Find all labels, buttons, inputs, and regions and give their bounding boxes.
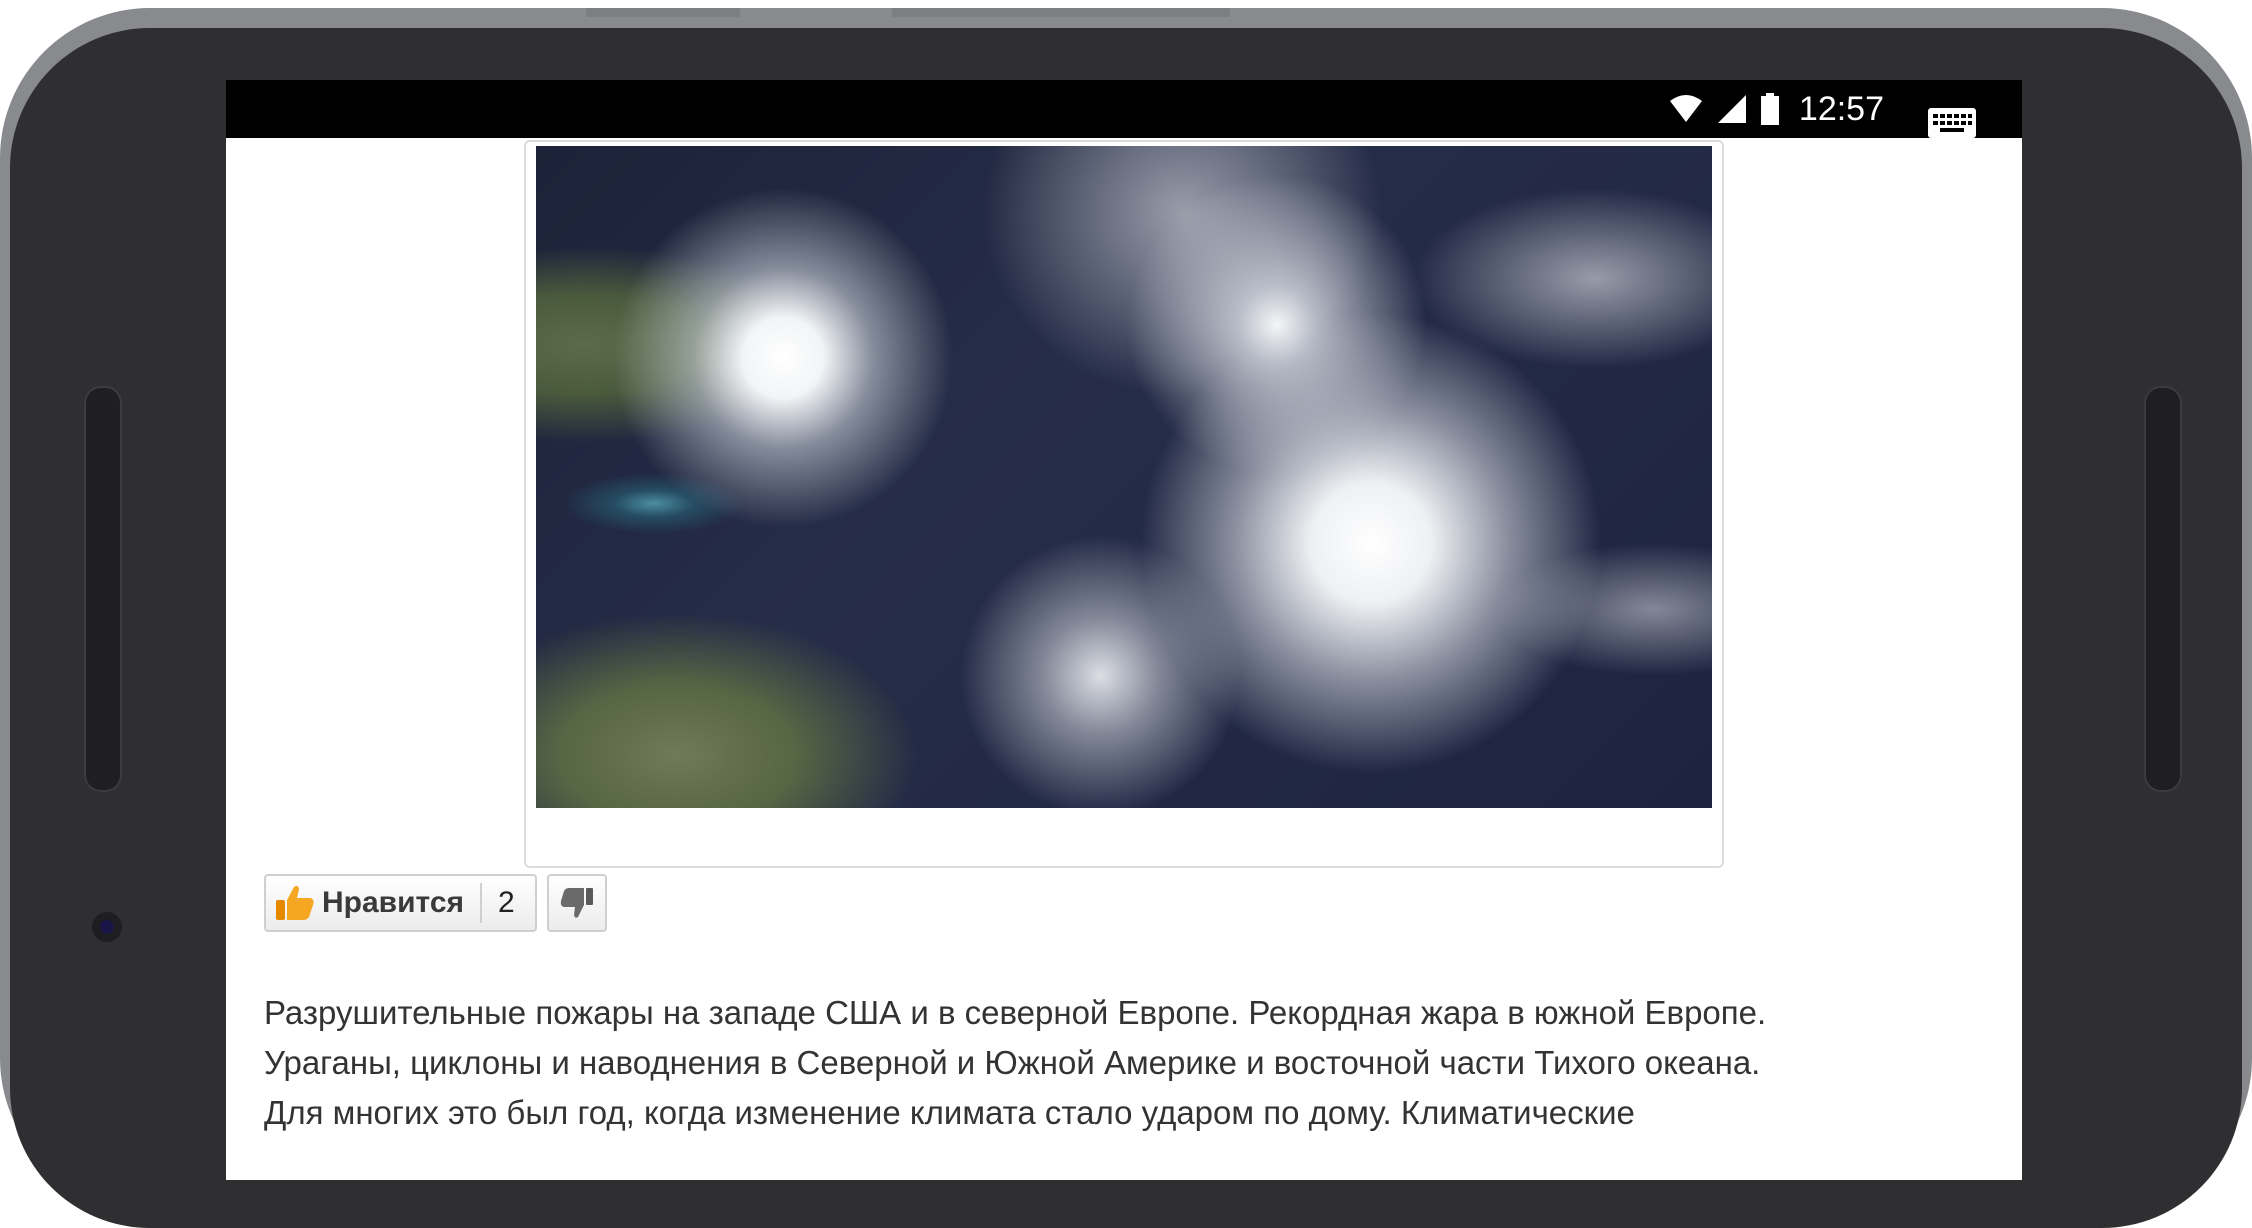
article-line: Ураганы, циклоны и наводнения в Северной… xyxy=(264,1044,1761,1081)
like-count: 2 xyxy=(498,886,515,919)
thumbs-down-icon xyxy=(560,888,593,918)
wifi-icon xyxy=(1669,95,1702,122)
battery-icon xyxy=(1760,93,1779,125)
article-text: Разрушительные пожары на западе США и в … xyxy=(264,988,2004,1138)
device-frame: 12:57 Нравится 2 Разрушительные пожары н… xyxy=(0,8,2252,1228)
right-speaker-grill xyxy=(2144,386,2182,792)
reaction-bar: Нравится 2 xyxy=(264,874,607,934)
left-speaker-grill xyxy=(84,386,122,792)
article-line: Разрушительные пожары на западе США и в … xyxy=(264,994,1767,1031)
dislike-button[interactable] xyxy=(546,874,607,932)
status-icons: 12:57 xyxy=(1669,88,1884,130)
satellite-hurricanes-image[interactable] xyxy=(536,146,1712,808)
cell-signal-icon xyxy=(1717,95,1746,123)
article-image-frame xyxy=(524,140,1724,868)
front-camera xyxy=(92,912,122,942)
screen: 12:57 Нравится 2 Разрушительные пожары н… xyxy=(226,80,2022,1180)
device-body: 12:57 Нравится 2 Разрушительные пожары н… xyxy=(10,28,2242,1228)
power-button xyxy=(892,8,1230,17)
keyboard-icon[interactable] xyxy=(1928,108,1976,138)
like-button[interactable]: Нравится 2 xyxy=(264,874,537,932)
status-bar: 12:57 xyxy=(226,80,2022,138)
thumbs-up-icon xyxy=(276,885,314,920)
article-line: Для многих это был год, когда изменение … xyxy=(264,1094,1635,1131)
like-label: Нравится xyxy=(322,886,465,919)
volume-button xyxy=(586,8,740,17)
like-divider xyxy=(480,883,483,923)
status-time: 12:57 xyxy=(1798,89,1884,128)
